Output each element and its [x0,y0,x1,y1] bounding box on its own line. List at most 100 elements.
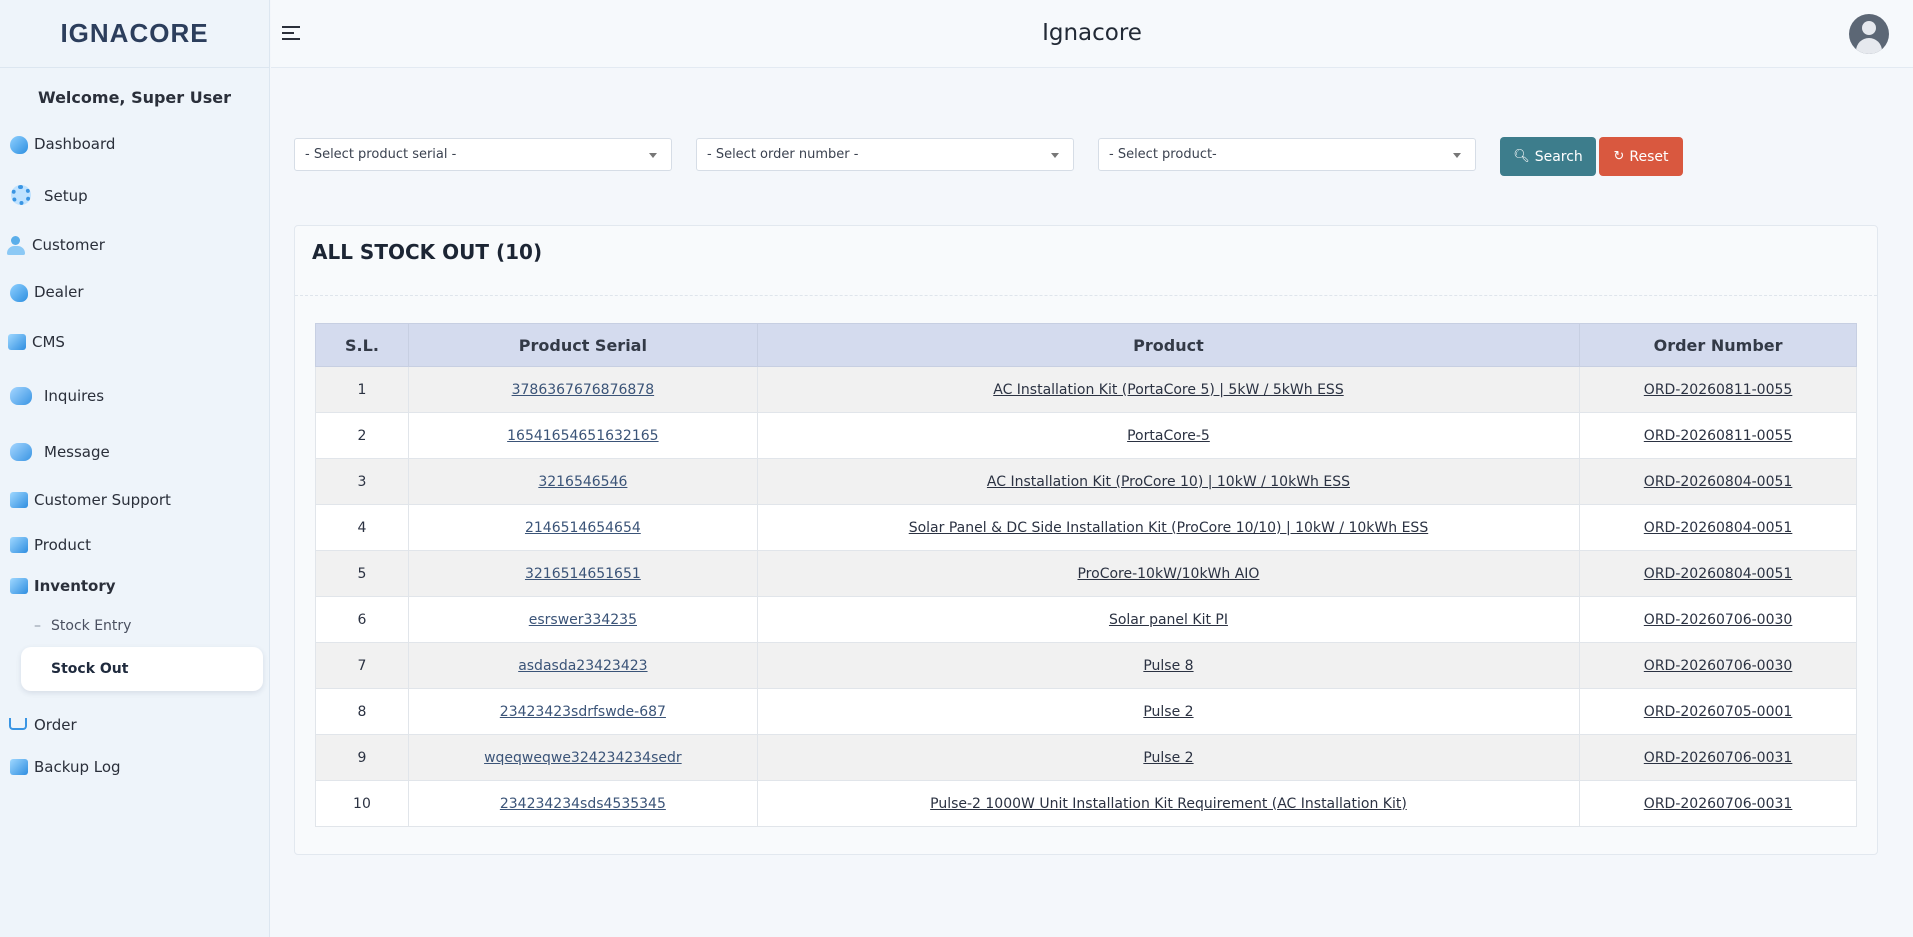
sidebar-item-dealer[interactable]: Dealer [0,265,269,319]
search-button[interactable]: 🔍︎ Search [1500,137,1596,176]
sidebar-item-label: Inventory [34,577,116,595]
sidebar-item-customer-support[interactable]: Customer Support [0,477,269,523]
table-cell: 10 [315,780,409,827]
order-number-link[interactable]: ORD-20260804-0051 [1644,474,1793,490]
table-cell: 16541654651632165 [407,412,758,459]
table-body: 1 3786367676876878 AC Installation Kit (Po… [315,366,1857,827]
order-number-link[interactable]: ORD-20260705-0001 [1644,704,1793,720]
dashboard-icon [8,133,30,155]
order-number-link[interactable]: ORD-20260706-0031 [1644,796,1793,812]
table-cell: PortaCore-5 [756,412,1581,459]
order-number-link[interactable]: ORD-20260804-0051 [1644,566,1793,582]
product-serial-link[interactable]: 3216546546 [538,474,627,490]
product-serial-select-value: - Select product serial - [305,147,457,162]
product-serial-link[interactable]: 3216514651651 [525,566,641,582]
sidebar-subitem-stock-entry[interactable]: – Stock Entry [0,605,269,647]
stock-out-card: ALL STOCK OUT (10) S.L. Product Serial P… [294,225,1878,855]
table-cell: Solar Panel & DC Side Installation Kit (… [756,504,1581,551]
order-number-link[interactable]: ORD-20260706-0030 [1644,612,1793,628]
cell-sl: 3 [357,473,367,490]
sidebar-subitem-label: Stock Out [51,661,129,677]
table-cell: Solar panel Kit PI [756,596,1581,643]
cell-sl: 8 [357,703,367,720]
table-cell: 6 [315,596,409,643]
avatar[interactable] [1849,14,1889,54]
sidebar-item-customer[interactable]: Customer [0,225,269,265]
table-row: 6 esrswer334235 Solar panel Kit PI ORD-2026… [315,596,1857,643]
sidebar-item-message[interactable]: Message [0,427,269,477]
sidebar-subitem-stock-out[interactable]: Stock Out [21,647,263,691]
product-link[interactable]: AC Installation Kit (ProCore 10) | 10kW … [987,474,1350,490]
logo-text: IGNACORE [60,18,209,48]
order-number-select[interactable]: - Select order number - [696,138,1074,171]
table-cell: ORD-20260706-0031 [1579,780,1857,827]
product-serial-link[interactable]: 23423423sdrfswde-687 [500,704,666,720]
table-cell: 234234234sds4535345 [407,780,758,827]
order-number-link[interactable]: ORD-20260706-0031 [1644,750,1793,766]
welcome-text: Welcome, Super User [38,88,231,107]
product-link[interactable]: Pulse 2 [1143,750,1193,766]
order-number-link[interactable]: ORD-20260811-0055 [1644,382,1793,398]
product-serial-link[interactable]: 16541654651632165 [507,428,658,444]
table-cell: 2146514654654 [407,504,758,551]
product-link[interactable]: PortaCore-5 [1127,428,1210,444]
sidebar-item-label: Setup [44,187,88,205]
sidebar-item-inventory[interactable]: Inventory [0,567,269,605]
product-link[interactable]: AC Installation Kit (PortaCore 5) | 5kW … [993,382,1343,398]
table-cell: 8 [315,688,409,735]
column-header-product-serial: Product Serial [407,323,758,367]
table-cell: Pulse 2 [756,688,1581,735]
order-number-link[interactable]: ORD-20260706-0030 [1644,658,1793,674]
sidebar-item-dashboard[interactable]: Dashboard [0,121,269,167]
sidebar-item-label: Dashboard [34,135,116,153]
sidebar-item-label: Order [34,716,77,734]
product-serial-link[interactable]: asdasda23423423 [518,658,647,674]
table-cell: 7 [315,642,409,689]
product-icon [8,534,30,556]
product-serial-link[interactable]: wqeqweqwe324234234sedr [484,750,682,766]
order-number-link[interactable]: ORD-20260804-0051 [1644,520,1793,536]
sidebar-item-setup[interactable]: Setup [0,167,269,225]
product-link[interactable]: Solar Panel & DC Side Installation Kit (… [909,520,1428,536]
cell-sl: 1 [357,381,367,398]
sidebar-item-label: Message [44,443,110,461]
product-serial-link[interactable]: 234234234sds4535345 [500,796,666,812]
product-serial-link[interactable]: 3786367676876878 [512,382,655,398]
sidebar-item-backup-log[interactable]: Backup Log [0,749,269,785]
sidebar-item-order[interactable]: Order [0,691,269,749]
users-icon [6,234,28,256]
table-cell: 9 [315,734,409,781]
support-icon [8,489,30,511]
table-header-row: S.L. Product Serial Product Order Number [315,323,1857,367]
product-serial-link[interactable]: 2146514654654 [525,520,641,536]
table-row: 3 3216546546 AC Installation Kit (ProCore … [315,458,1857,505]
table-cell: Pulse-2 1000W Unit Installation Kit Requ… [756,780,1581,827]
search-icon: 🔍︎ [1513,149,1530,164]
gear-icon [10,185,32,207]
table-cell: AC Installation Kit (ProCore 10) | 10kW … [756,458,1581,505]
backup-icon [8,756,30,778]
product-link[interactable]: Solar panel Kit PI [1109,612,1228,628]
product-link[interactable]: Pulse-2 1000W Unit Installation Kit Requ… [930,796,1407,812]
table-cell: Pulse 2 [756,734,1581,781]
column-header-sl: S.L. [315,323,409,367]
sidebar-item-cms[interactable]: CMS [0,319,269,365]
cell-sl: 9 [357,749,367,766]
sidebar: IGNACORE Welcome, Super User Dashboard S… [0,0,270,937]
product-link[interactable]: ProCore-10kW/10kWh AIO [1077,566,1259,582]
product-serial-select[interactable]: - Select product serial - [294,138,672,171]
order-number-link[interactable]: ORD-20260811-0055 [1644,428,1793,444]
product-link[interactable]: Pulse 8 [1143,658,1193,674]
top-header: Ignacore [271,0,1913,68]
table-cell: ORD-20260705-0001 [1579,688,1857,735]
brand-logo[interactable]: IGNACORE [0,0,269,68]
table-row: 5 3216514651651 ProCore-10kW/10kWh AIO ORD-… [315,550,1857,597]
product-select[interactable]: - Select product- [1098,138,1476,171]
reset-button[interactable]: ↻ Reset [1599,137,1683,176]
sidebar-item-inquires[interactable]: Inquires [0,365,269,427]
sidebar-item-product[interactable]: Product [0,523,269,567]
table-row: 1 3786367676876878 AC Installation Kit (Po… [315,366,1857,413]
cell-sl: 10 [353,795,371,812]
product-serial-link[interactable]: esrswer334235 [529,612,637,628]
product-link[interactable]: Pulse 2 [1143,704,1193,720]
